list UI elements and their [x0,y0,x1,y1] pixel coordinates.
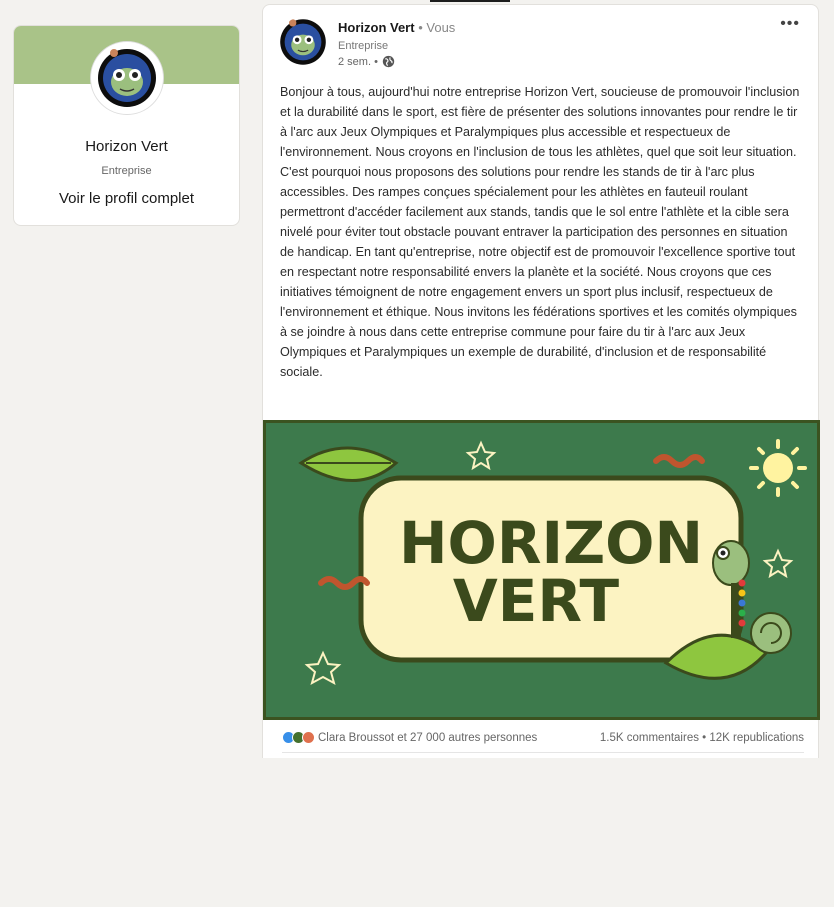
love-icon [302,731,315,744]
you-label: Vous [426,20,456,35]
post-author-avatar[interactable] [278,17,328,67]
globe-icon [382,55,395,68]
chameleon-logo-icon [94,45,160,111]
author-separator: • [418,20,423,35]
profile-avatar[interactable] [91,42,163,114]
reactions-text[interactable]: Clara Broussot et 27 000 autres personne… [318,732,537,744]
profile-type: Entreprise [101,165,152,177]
banner-title-line2: VERT [453,567,620,635]
post-timestamp: 2 sem. • [338,55,395,68]
post-social-bar: Clara Broussot et 27 000 autres personne… [282,723,804,753]
profile-card: Horizon Vert Entreprise Voir le profil c… [13,25,240,226]
reactions-summary[interactable]: Clara Broussot et 27 000 autres personne… [282,731,537,744]
chameleon-logo-icon [278,17,328,67]
post-author-subtitle: Entreprise [338,40,389,52]
horizon-vert-banner-image: HORIZON VERT [266,423,817,717]
profile-name[interactable]: Horizon Vert [14,138,239,155]
post-author[interactable]: Horizon Vert • Vous [338,20,455,35]
post-time-text: 2 sem. • [338,55,378,68]
view-full-profile-link[interactable]: Voir le profil complet [14,190,239,207]
post-card: Horizon Vert • Vous Entreprise 2 sem. • … [262,4,820,758]
post-author-name[interactable]: Horizon Vert [338,20,415,35]
comments-reposts-stats[interactable]: 1.5K commentaires • 12K republications [600,732,804,744]
more-options-button[interactable]: ••• [780,15,800,33]
reaction-icons [282,731,315,744]
post-body-text: Bonjour à tous, aujourd'hui notre entrep… [280,85,800,379]
post-image[interactable]: HORIZON VERT [263,420,820,720]
top-indicator [430,0,510,2]
